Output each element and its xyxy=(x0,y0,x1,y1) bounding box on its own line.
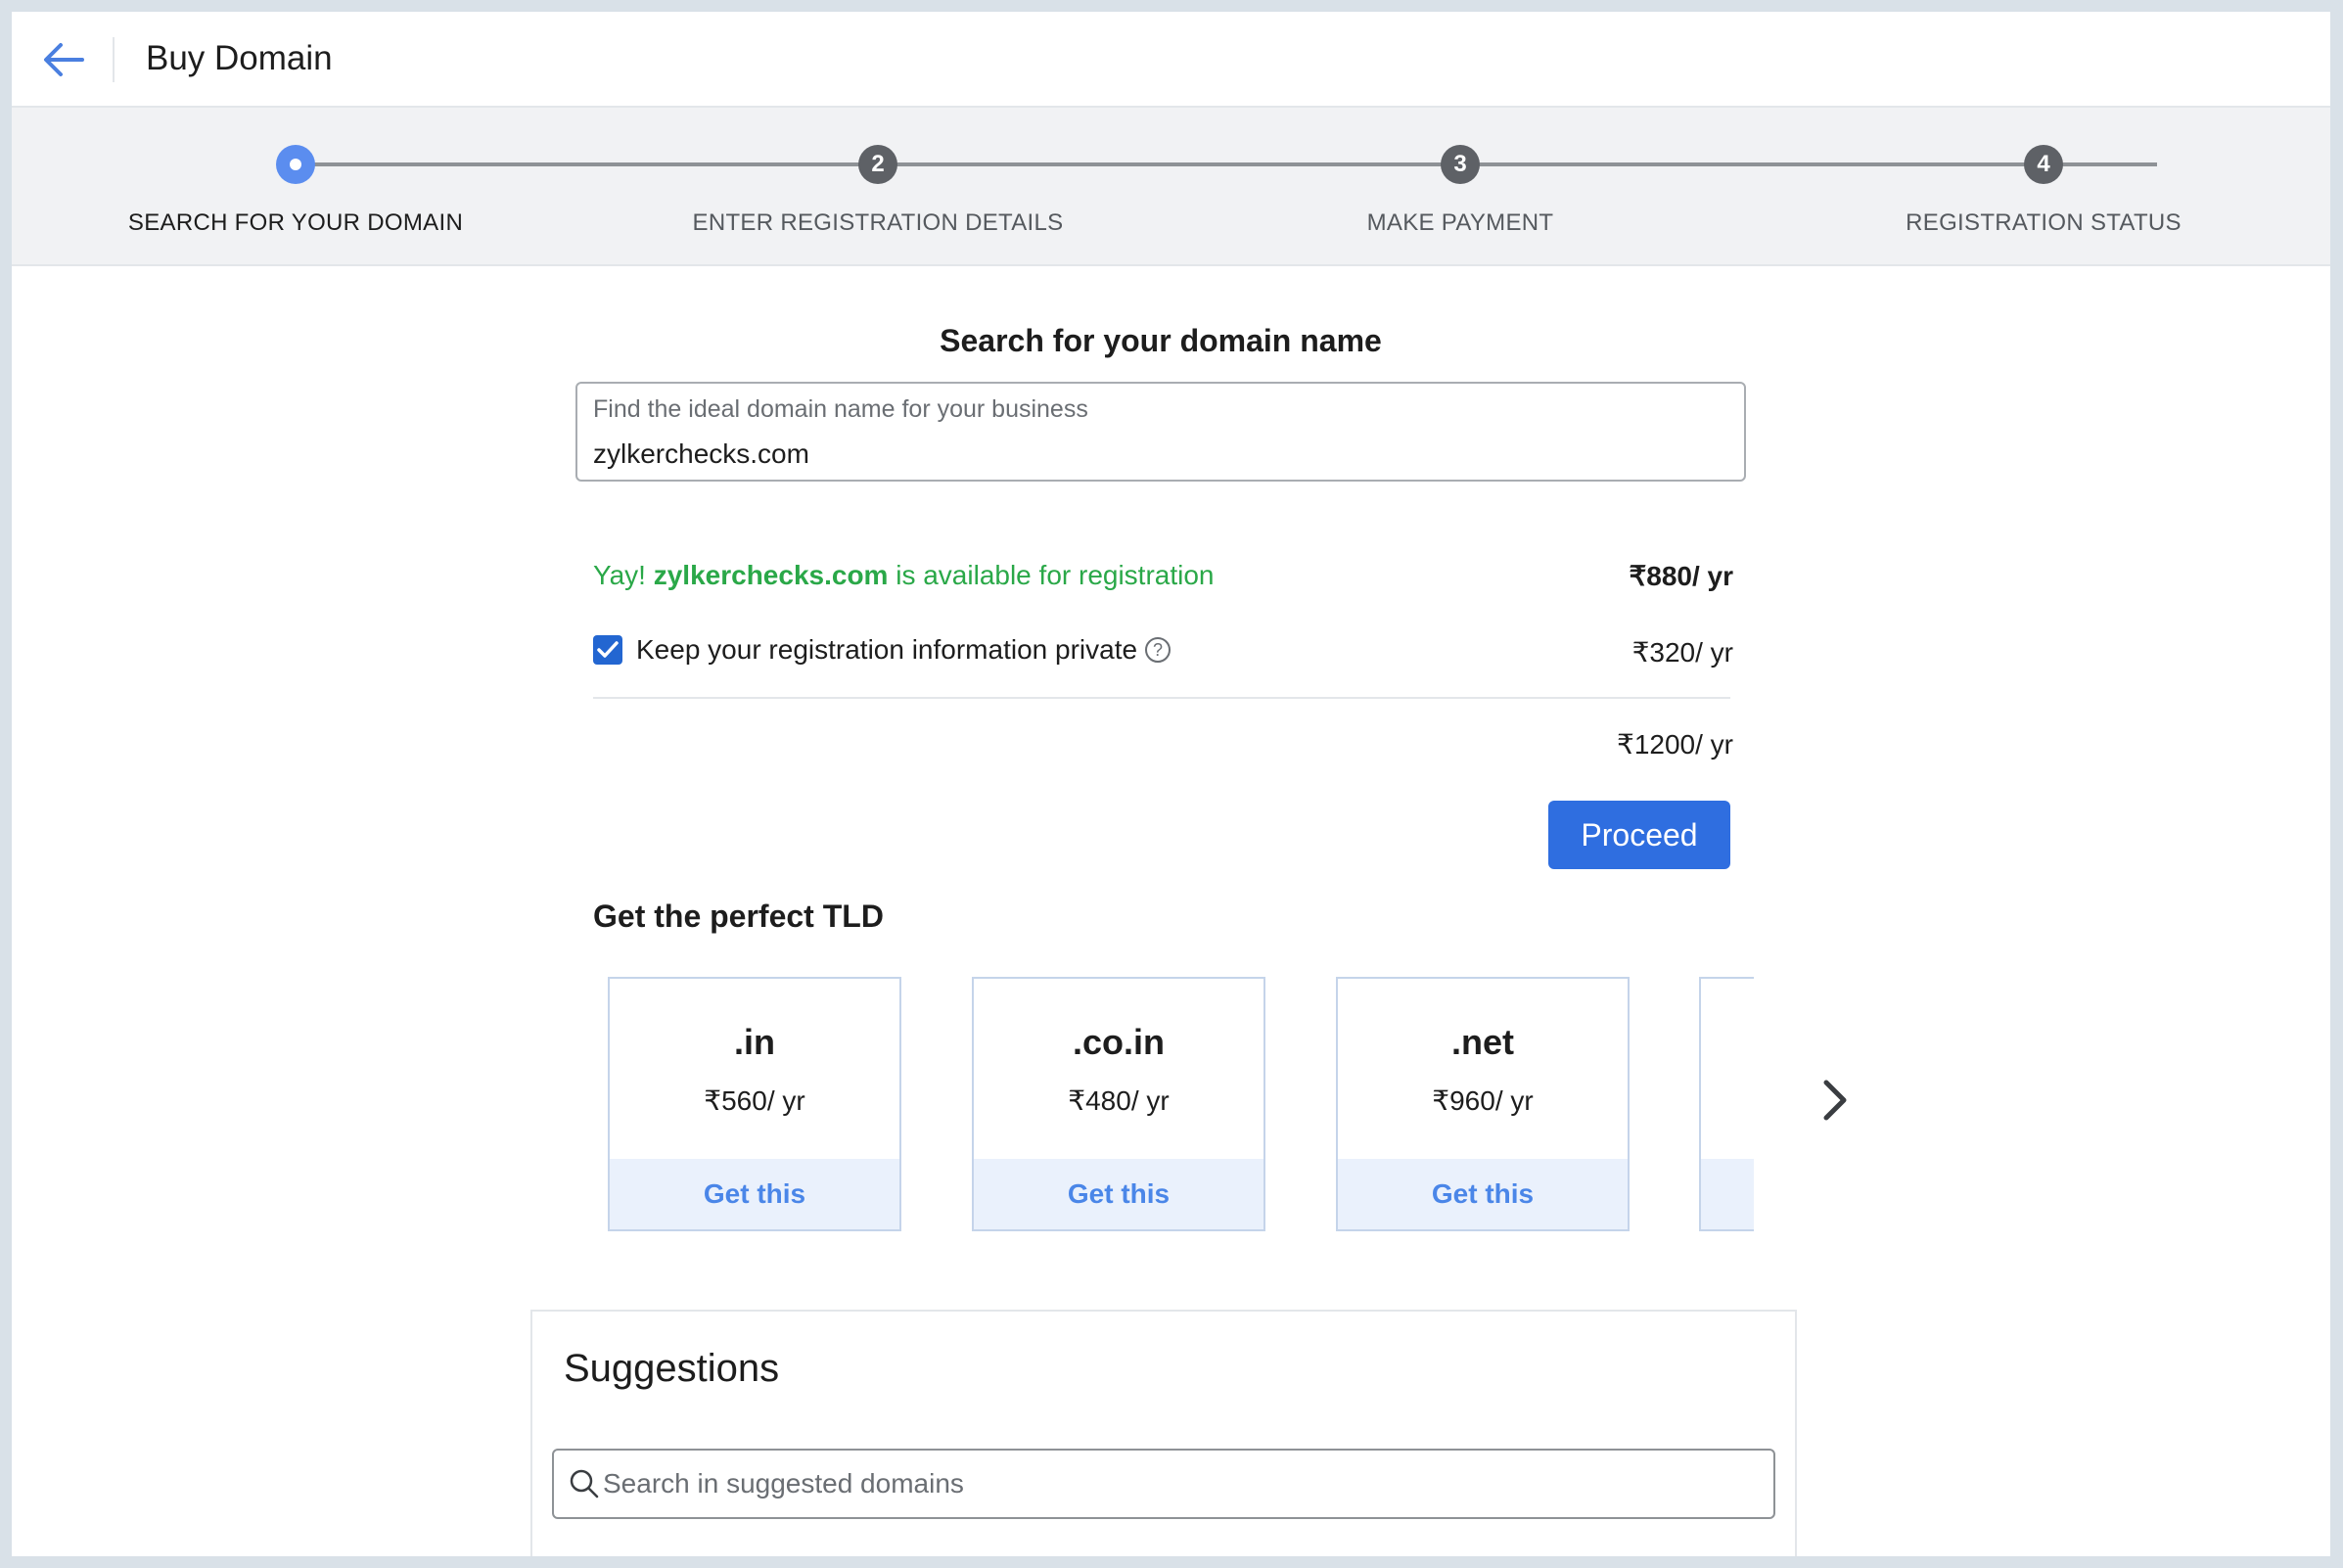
get-this-button[interactable]: Get this xyxy=(974,1159,1263,1229)
progress-stepper: SEARCH FOR YOUR DOMAIN 2 ENTER REGISTRAT… xyxy=(12,108,2330,266)
question-circle-icon[interactable]: ? xyxy=(1145,637,1172,663)
tld-name: .co.in xyxy=(1072,1022,1165,1062)
get-this-button[interactable]: Get this xyxy=(1338,1159,1628,1229)
suggestions-search-field[interactable] xyxy=(552,1449,1775,1519)
tld-card-in: .in ₹560/ yr Get this xyxy=(608,977,901,1231)
step-1-label: SEARCH FOR YOUR DOMAIN xyxy=(127,209,464,236)
privacy-checkbox[interactable] xyxy=(593,635,622,665)
get-this-button[interactable]: Get this xyxy=(610,1159,899,1229)
tld-card-co-in: .co.in ₹480/ yr Get this xyxy=(972,977,1265,1231)
step-3-indicator: 3 xyxy=(1441,145,1480,184)
suggestions-panel: Suggestions xyxy=(530,1310,1797,1556)
tld-name: .in xyxy=(734,1022,775,1062)
back-button[interactable] xyxy=(39,35,88,84)
availability-suffix: is available for registration xyxy=(888,560,1215,590)
available-domain: zylkerchecks.com xyxy=(653,560,889,590)
privacy-option: Keep your registration information priva… xyxy=(593,634,1172,666)
step-4-label: REGISTRATION STATUS xyxy=(1906,209,2182,236)
tld-card-next xyxy=(1699,977,1754,1231)
summary-divider xyxy=(593,697,1730,699)
get-this-button-partial[interactable] xyxy=(1701,1159,1754,1229)
suggestions-title: Suggestions xyxy=(564,1347,780,1390)
page-title: Buy Domain xyxy=(146,39,333,77)
domain-price: ₹880/ yr xyxy=(1629,561,1733,591)
search-icon xyxy=(570,1469,599,1499)
privacy-label: Keep your registration information priva… xyxy=(636,634,1138,665)
tld-price: ₹960/ yr xyxy=(1432,1085,1534,1116)
tld-heading: Get the perfect TLD xyxy=(593,899,884,934)
header-divider xyxy=(113,37,115,82)
tld-name: .net xyxy=(1450,1022,1514,1062)
suggestions-search-input[interactable] xyxy=(601,1467,1760,1500)
checkmark-icon xyxy=(597,641,619,658)
total-price: ₹1200/ yr xyxy=(1617,729,1733,760)
availability-prefix: Yay! xyxy=(593,560,654,590)
tld-price: ₹560/ yr xyxy=(704,1085,805,1116)
tld-card-partial xyxy=(1699,977,1754,1231)
tld-card-net: .net ₹960/ yr Get this xyxy=(1336,977,1630,1231)
chevron-right-icon xyxy=(1823,1080,1847,1121)
proceed-button[interactable]: Proceed xyxy=(1548,801,1730,869)
step-2-indicator: 2 xyxy=(858,145,897,184)
app-window: Buy Domain SEARCH FOR YOUR DOMAIN 2 ENTE… xyxy=(12,12,2330,1556)
tld-next-button[interactable] xyxy=(1811,1071,1860,1130)
domain-search-field[interactable]: Find the ideal domain name for your busi… xyxy=(575,382,1746,482)
domain-field-label: Find the ideal domain name for your busi… xyxy=(593,395,1088,423)
stepper-line xyxy=(307,162,2157,166)
page-header: Buy Domain xyxy=(12,12,2330,108)
availability-message: Yay! zylkerchecks.com is available for r… xyxy=(593,560,1215,591)
step-2-label: ENTER REGISTRATION DETAILS xyxy=(692,209,1064,236)
privacy-price: ₹320/ yr xyxy=(1631,637,1733,668)
step-3-label: MAKE PAYMENT xyxy=(1366,209,1554,236)
search-heading: Search for your domain name xyxy=(940,323,1382,358)
arrow-left-icon xyxy=(44,43,84,76)
step-4-indicator: 4 xyxy=(2024,145,2063,184)
domain-input[interactable] xyxy=(593,438,1709,470)
tld-price: ₹480/ yr xyxy=(1068,1085,1170,1116)
step-1-indicator xyxy=(276,145,315,184)
